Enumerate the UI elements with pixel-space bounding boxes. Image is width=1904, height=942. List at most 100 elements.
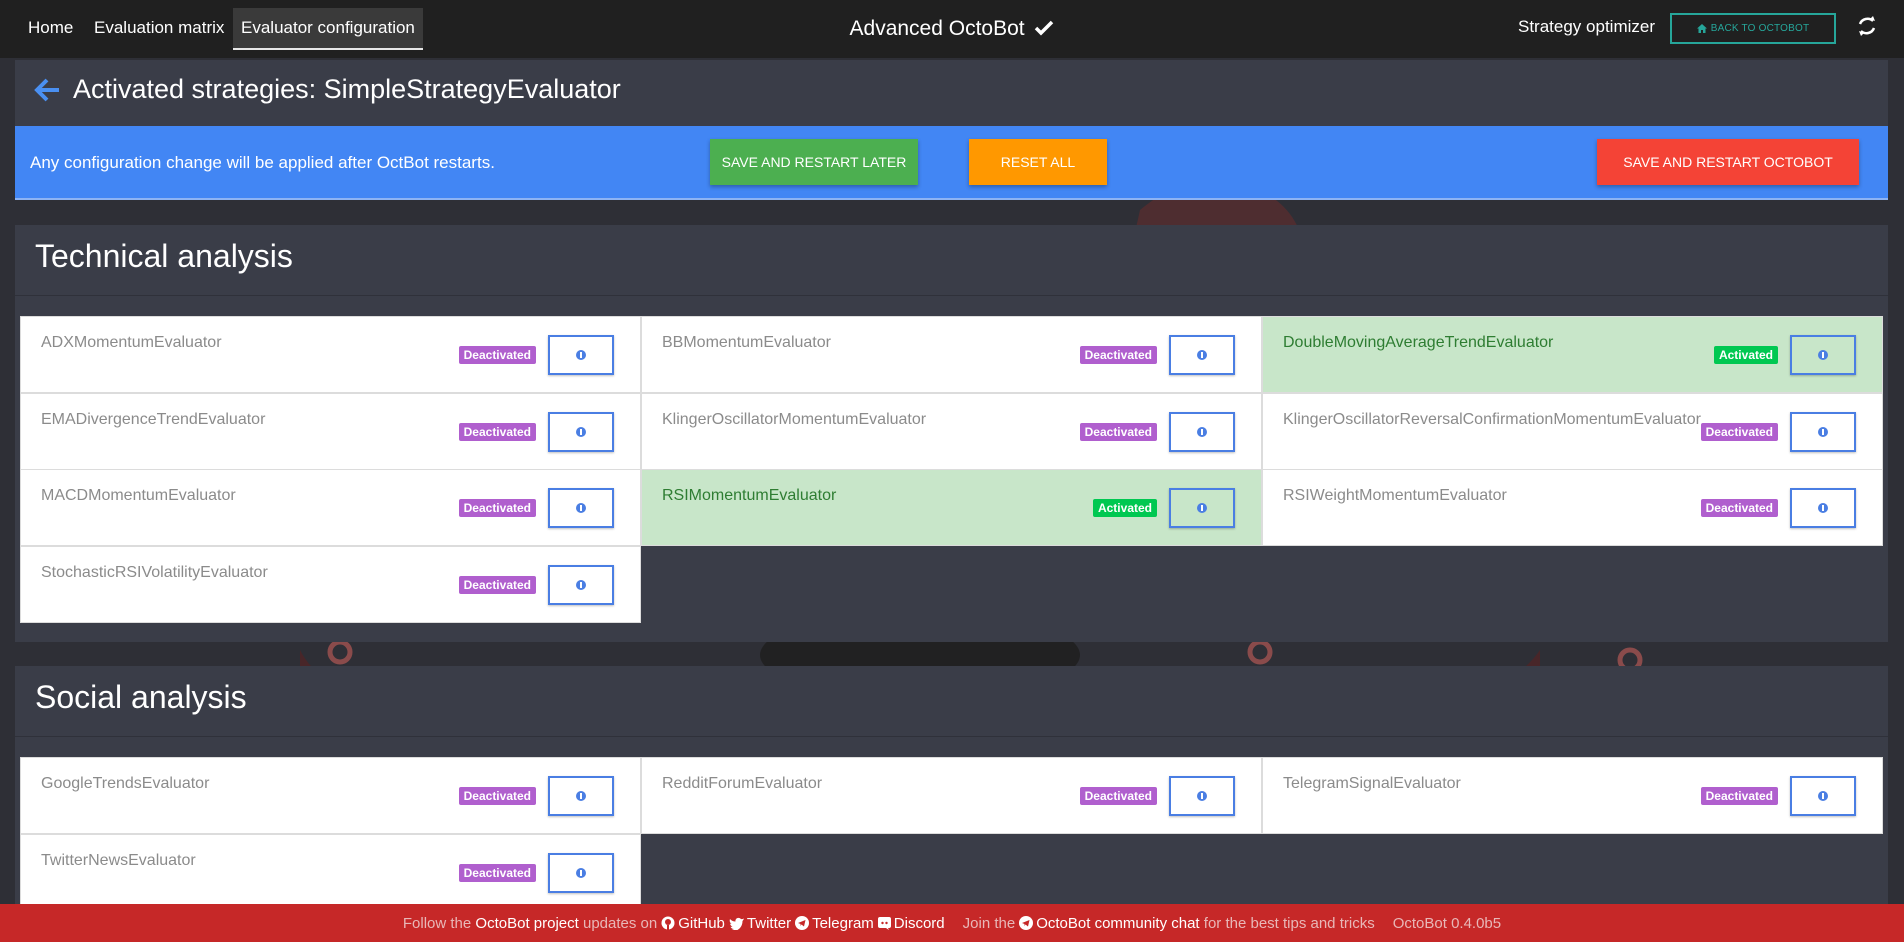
back-to-octobot-button[interactable]: Back to OctoBot [1670,13,1836,44]
status-badge: Deactivated [458,575,536,594]
page-header: Activated strategies: SimpleStrategyEval… [15,60,1888,126]
footer: Follow the OctoBot project updates on Gi… [0,904,1904,942]
info-button[interactable] [548,852,614,893]
evaluator-card[interactable]: BBMomentumEvaluator Deactivated [641,316,1262,393]
status-badge: Deactivated [1079,787,1157,805]
arrow-left-icon[interactable] [33,76,61,104]
evaluator-name: TelegramSignalEvaluator [1283,775,1461,792]
info-icon [1818,503,1828,513]
info-icon [576,426,586,437]
navbar: Home Evaluation matrix Evaluator configu… [0,0,1904,58]
evaluator-card[interactable]: MACDMomentumEvaluator Deactivated [20,469,641,546]
community-chat-link[interactable]: OctoBot community chat [1036,915,1199,932]
status-badge: Deactivated [1700,787,1778,805]
info-button[interactable] [1790,335,1856,375]
evaluator-name: RSIWeightMomentumEvaluator [1283,487,1507,504]
evaluator-card[interactable]: RedditForumEvaluator Deactivated [641,757,1262,834]
info-button[interactable] [1169,411,1235,452]
evaluator-name: RedditForumEvaluator [662,775,823,792]
info-button[interactable] [1790,776,1856,816]
info-icon [1197,503,1207,513]
telegram-icon [795,916,810,930]
info-icon [576,350,586,360]
info-icon [576,867,586,878]
info-button[interactable] [1169,776,1235,816]
social-evaluator-grid: GoogleTrendsEvaluator Deactivated RedditFo… [20,757,1883,917]
evaluator-name: DoubleMovingAverageTrendEvaluator [1283,334,1554,351]
evaluator-name: StochasticRSIVolatilityEvaluator [41,563,268,581]
evaluator-card[interactable]: EMADivergenceTrendEvaluator Deactivated [20,392,641,470]
info-icon [1818,350,1828,360]
status-badge: Deactivated [458,863,536,882]
refresh-icon[interactable] [1856,15,1878,37]
nav-home[interactable]: Home [20,8,81,50]
status-badge: Deactivated [1700,499,1778,517]
home-icon [1696,24,1707,33]
info-button[interactable] [548,564,614,605]
evaluator-card[interactable]: ADXMomentumEvaluator Deactivated [20,316,641,393]
twitter-icon [728,917,744,930]
info-button[interactable] [1169,488,1235,528]
info-icon [1197,350,1207,360]
footer-project-link[interactable]: OctoBot project [475,915,578,932]
evaluator-name: KlingerOscillatorReversalConfirmationMom… [1283,410,1701,428]
alert-text: Any configuration change will be applied… [30,153,495,172]
github-icon [661,916,675,930]
info-icon [1818,426,1828,437]
info-button[interactable] [1790,488,1856,528]
twitter-link[interactable]: Twitter [747,915,791,932]
restart-alert-bar: Any configuration change will be applied… [15,126,1888,200]
evaluator-card[interactable]: GoogleTrendsEvaluator Deactivated [20,757,641,834]
info-button[interactable] [1169,335,1235,375]
social-analysis-title: Social analysis [35,679,247,715]
evaluator-card[interactable]: RSIMomentumEvaluator Activated [641,469,1262,546]
status-badge: Deactivated [458,787,536,805]
github-link[interactable]: GitHub [678,915,725,932]
footer-text: updates on [582,914,658,932]
evaluator-card[interactable]: TwitterNewsEvaluator Deactivated [20,833,641,911]
status-badge: Activated [1092,499,1157,517]
footer-text: Follow the [402,914,472,932]
nav-evaluator-configuration[interactable]: Evaluator configuration [233,8,423,50]
technical-analysis-section: Technical analysis ADXMomentumEvaluator D… [15,225,1888,642]
nav-evaluation-matrix[interactable]: Evaluation matrix [86,8,232,50]
evaluator-name: RSIMomentumEvaluator [662,487,837,504]
status-badge: Activated [1713,346,1778,364]
discord-link[interactable]: Discord [894,915,945,932]
technical-analysis-title: Technical analysis [35,238,293,274]
evaluator-name: GoogleTrendsEvaluator [41,775,210,792]
evaluator-card[interactable]: RSIWeightMomentumEvaluator Deactivated [1262,469,1883,546]
info-button[interactable] [548,776,614,816]
status-badge: Deactivated [458,422,536,441]
telegram-icon [1019,916,1034,930]
evaluator-card[interactable]: KlingerOscillatorReversalConfirmationMom… [1262,392,1883,470]
info-icon [1197,426,1207,437]
info-icon [1197,791,1207,801]
info-button[interactable] [548,335,614,375]
telegram-link[interactable]: Telegram [812,915,874,932]
info-icon [576,503,586,513]
status-badge: Deactivated [458,346,536,364]
save-and-restart-later-button[interactable]: Save and restart later [710,139,918,185]
evaluator-name: TwitterNewsEvaluator [41,851,196,869]
evaluator-name: MACDMomentumEvaluator [41,487,236,504]
evaluator-card[interactable]: TelegramSignalEvaluator Deactivated [1262,757,1883,834]
info-button[interactable] [548,411,614,452]
social-analysis-section: Social analysis GoogleTrendsEvaluator Dea… [15,666,1888,911]
reset-all-button[interactable]: Reset all [969,139,1107,185]
evaluator-name: ADXMomentumEvaluator [41,334,222,351]
evaluator-card[interactable]: StochasticRSIVolatilityEvaluator Deactiva… [20,545,641,623]
status-badge: Deactivated [1700,422,1778,441]
footer-text: for the best tips and tricks [1203,914,1375,932]
info-button[interactable] [1790,411,1856,452]
save-and-restart-octobot-button[interactable]: Save and restart OctoBot [1597,139,1859,185]
footer-text: Join the [962,914,1016,932]
info-button[interactable] [548,488,614,528]
check-icon [1035,20,1054,36]
evaluator-card[interactable]: DoubleMovingAverageTrendEvaluator Activat… [1262,316,1883,393]
info-icon [1818,791,1828,801]
page-title: Activated strategies: SimpleStrategyEval… [73,74,621,104]
strategy-optimizer-link[interactable]: Strategy optimizer [1518,17,1655,37]
evaluator-card[interactable]: KlingerOscillatorMomentumEvaluator Deacti… [641,392,1262,470]
brand-label[interactable]: Advanced OctoBot [850,17,1025,40]
